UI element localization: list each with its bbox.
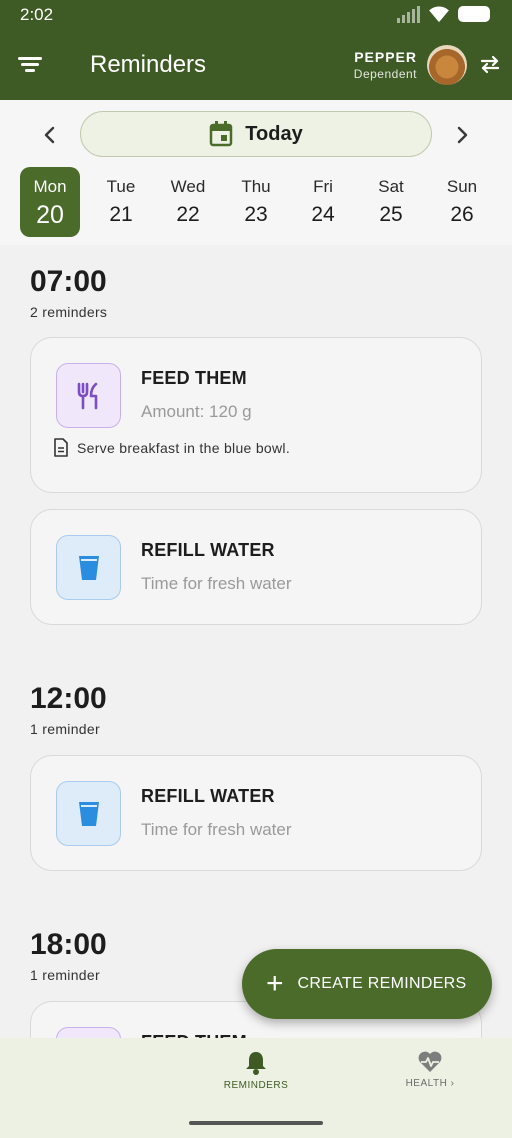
nav-reminders[interactable]: REMINDERS [221, 1050, 291, 1091]
date-navigation: Today Mon 20 Tue 21 Wed 22 Thu 23 Fri 24… [0, 100, 512, 245]
day-name: Sun [446, 177, 478, 196]
day-name: Fri [313, 177, 333, 196]
reminder-count: 1 reminder [30, 721, 100, 737]
today-label: Today [245, 122, 303, 145]
day-number: 20 [36, 201, 64, 229]
reminder-count: 2 reminders [30, 304, 108, 320]
filter-menu-button[interactable] [16, 50, 44, 78]
reminder-title: REFILL WATER [141, 540, 275, 560]
day-name: Tue [106, 177, 136, 196]
day-number: 26 [450, 203, 474, 226]
day-mon[interactable]: Mon 20 [20, 167, 80, 237]
nav-health[interactable]: HEALTH › [400, 1050, 460, 1089]
day-fri[interactable]: Fri 24 [293, 167, 353, 237]
page-title: Reminders [90, 51, 207, 78]
day-number: 23 [244, 203, 268, 226]
battery-icon [458, 6, 490, 22]
today-button[interactable]: Today [80, 111, 432, 157]
reminder-title: FEED THEM [141, 368, 247, 388]
water-glass-icon [56, 781, 121, 846]
swap-icon[interactable] [478, 52, 502, 76]
reminder-subtitle: Time for fresh water [141, 574, 292, 593]
water-glass-icon [56, 535, 121, 600]
time-slot-heading: 12:00 [30, 682, 107, 715]
nav-label: HEALTH › [400, 1078, 460, 1089]
fork-knife-icon [56, 363, 121, 428]
day-name: Mon [33, 177, 67, 196]
reminder-card[interactable]: REFILL WATER Time for fresh water [30, 509, 482, 625]
day-number: 25 [379, 203, 403, 226]
plus-icon: + [266, 967, 284, 1000]
home-indicator [189, 1121, 323, 1125]
chevron-left-icon[interactable] [40, 125, 60, 145]
day-sat[interactable]: Sat 25 [361, 167, 421, 237]
bell-icon [246, 1052, 266, 1075]
create-reminders-label: CREATE REMINDERS [297, 975, 467, 992]
filter-line-icon [25, 69, 35, 72]
wifi-icon [429, 6, 449, 23]
pet-role: Dependent [353, 67, 417, 81]
status-time: 2:02 [20, 5, 54, 24]
day-number: 24 [311, 203, 335, 226]
heart-pulse-icon [418, 1051, 442, 1072]
app-bar: 2:02 Reminders PEPPER Dependent [0, 0, 512, 100]
note-text: Serve breakfast in the blue bowl. [77, 439, 291, 456]
reminder-count: 1 reminder [30, 967, 100, 983]
day-number: 22 [176, 203, 200, 226]
time-slot-heading: 18:00 [30, 928, 107, 961]
document-icon [54, 438, 68, 457]
pet-name: PEPPER [354, 49, 417, 65]
create-reminders-button[interactable]: + CREATE REMINDERS [242, 949, 492, 1019]
filter-line-icon [21, 63, 39, 66]
reminder-title: REFILL WATER [141, 786, 275, 806]
day-name: Wed [170, 177, 206, 196]
day-thu[interactable]: Thu 23 [226, 167, 286, 237]
filter-line-icon [18, 57, 42, 60]
chevron-right-icon[interactable] [452, 125, 472, 145]
day-name: Sat [378, 177, 404, 196]
signal-icon [397, 5, 420, 23]
day-tue[interactable]: Tue 21 [91, 167, 151, 237]
reminder-note: Serve breakfast in the blue bowl. [53, 438, 290, 457]
nav-label: REMINDERS [223, 1080, 289, 1091]
time-slot-heading: 07:00 [30, 265, 107, 298]
pet-info[interactable]: PEPPER Dependent [354, 49, 417, 81]
reminder-subtitle: Time for fresh water [141, 820, 292, 839]
day-wed[interactable]: Wed 22 [158, 167, 218, 237]
reminder-card[interactable]: FEED THEM Amount: 120 g Serve breakfast … [30, 337, 482, 493]
chevron-right-icon: › [450, 1078, 455, 1089]
day-number: 21 [109, 203, 133, 226]
calendar-icon [210, 121, 233, 147]
nav-label-text: HEALTH [405, 1078, 448, 1089]
reminder-subtitle: Amount: 120 g [141, 402, 252, 421]
pet-avatar[interactable] [427, 45, 467, 85]
reminder-card[interactable]: REFILL WATER Time for fresh water [30, 755, 482, 871]
day-sun[interactable]: Sun 26 [432, 167, 492, 237]
status-icons [397, 5, 490, 23]
day-name: Thu [241, 177, 271, 196]
